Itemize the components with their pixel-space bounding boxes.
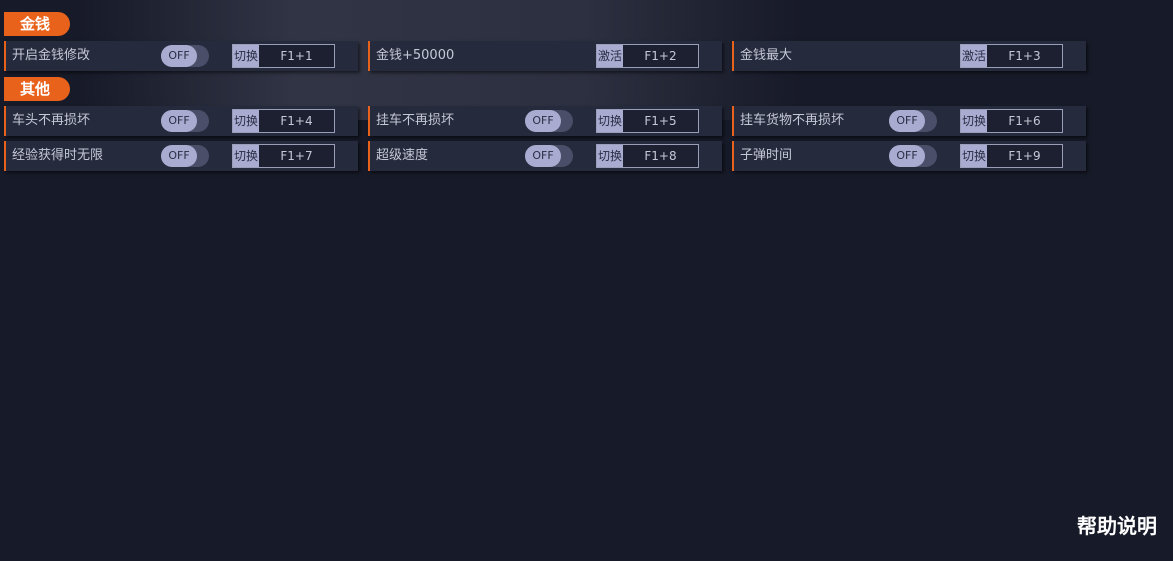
cheat-row-bullet-time: 子弹时间 OFF 切换 F1+9 [732,141,1086,171]
cheat-label: 经验获得时无限 [12,148,104,163]
cheat-label: 超级速度 [376,148,429,163]
cheat-toggle[interactable]: OFF [525,110,573,132]
toggle-state: OFF [525,110,561,132]
toggle-state: OFF [889,145,925,167]
hotkey-box[interactable]: 激活 F1+2 [596,44,699,68]
hotkey-mode: 激活 [961,45,987,67]
hotkey-keys: F1+1 [280,49,313,63]
cheat-row-cab-no-damage: 车头不再损坏 OFF 切换 F1+4 [4,106,358,136]
hotkey-box[interactable]: 切换 F1+8 [596,144,699,168]
hotkey-mode: 切换 [233,145,259,167]
section-tag-money: 金钱 [4,12,70,36]
toggle-state: OFF [161,145,197,167]
toggle-state: OFF [161,45,197,67]
toggle-state: OFF [525,145,561,167]
hotkey-box[interactable]: 切换 F1+6 [960,109,1063,133]
cheat-toggle[interactable]: OFF [889,110,937,132]
cheat-toggle[interactable]: OFF [525,145,573,167]
hotkey-box[interactable]: 切换 F1+5 [596,109,699,133]
toggle-state: OFF [889,110,925,132]
cheat-toggle[interactable]: OFF [161,45,209,67]
hotkey-keys: F1+9 [1008,149,1041,163]
hotkey-mode: 激活 [597,45,623,67]
hotkey-mode: 切换 [597,145,623,167]
cheat-toggle[interactable]: OFF [161,145,209,167]
cheat-toggle[interactable]: OFF [161,110,209,132]
cheat-row-money-plus: 金钱+50000 激活 F1+2 [368,41,722,71]
hotkey-box[interactable]: 切换 F1+4 [232,109,335,133]
cheat-label: 金钱最大 [740,48,793,63]
cheat-label: 子弹时间 [740,148,793,163]
hotkey-keys: F1+3 [1008,49,1041,63]
cheat-label: 挂车不再损坏 [376,113,455,128]
cheat-label: 金钱+50000 [376,48,455,63]
hotkey-keys: F1+2 [644,49,677,63]
hotkey-keys: F1+4 [280,114,313,128]
cheat-row-cargo-no-damage: 挂车货物不再损坏 OFF 切换 F1+6 [732,106,1086,136]
hotkey-mode: 切换 [597,110,623,132]
hotkey-mode: 切换 [961,145,987,167]
hotkey-box[interactable]: 切换 F1+7 [232,144,335,168]
cheat-row-infinite-xp: 经验获得时无限 OFF 切换 F1+7 [4,141,358,171]
hotkey-keys: F1+7 [280,149,313,163]
cheat-row-money-max: 金钱最大 激活 F1+3 [732,41,1086,71]
hotkey-mode: 切换 [961,110,987,132]
cheat-label: 车头不再损坏 [12,113,91,128]
cheat-row-super-speed: 超级速度 OFF 切换 F1+8 [368,141,722,171]
toggle-state: OFF [161,110,197,132]
cheat-row-open-money: 开启金钱修改 OFF 切换 F1+1 [4,41,358,71]
cheat-row-trailer-no-damage: 挂车不再损坏 OFF 切换 F1+5 [368,106,722,136]
hotkey-keys: F1+8 [644,149,677,163]
help-link[interactable]: 帮助说明 [1077,510,1157,539]
hotkey-keys: F1+5 [644,114,677,128]
trainer-window: ​ 金钱 开启金钱修改 OFF 切换 F1+1 金钱+50000 激活 F1+2… [0,0,1173,561]
hotkey-keys: F1+6 [1008,114,1041,128]
cheat-toggle[interactable]: OFF [889,145,937,167]
hotkey-mode: 切换 [233,45,259,67]
hotkey-mode: 切换 [233,110,259,132]
hotkey-box[interactable]: 切换 F1+9 [960,144,1063,168]
hotkey-box[interactable]: 激活 F1+3 [960,44,1063,68]
cheat-label: 挂车货物不再损坏 [740,113,845,128]
hotkey-box[interactable]: 切换 F1+1 [232,44,335,68]
section-tag-other: 其他 [4,77,70,101]
cheat-label: 开启金钱修改 [12,48,91,63]
